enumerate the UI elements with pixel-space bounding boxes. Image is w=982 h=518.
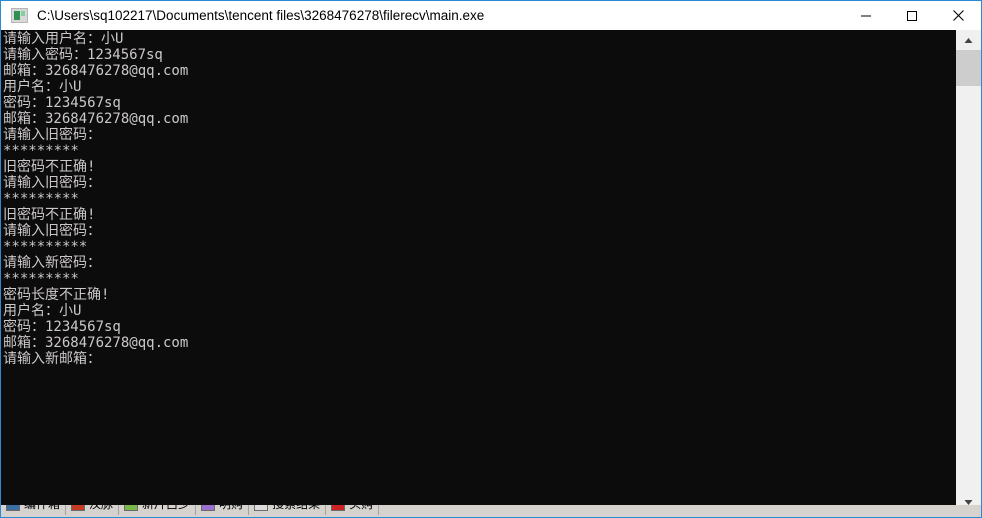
taskbar-item[interactable]: 汉脉 bbox=[66, 505, 120, 515]
scrollbar-thumb[interactable] bbox=[956, 50, 981, 86]
taskbar-item[interactable]: 编件箱 bbox=[1, 505, 67, 515]
vertical-scrollbar[interactable] bbox=[956, 30, 981, 512]
taskbar-item-label: 汉脉 bbox=[89, 505, 113, 511]
console-line: 密码：1234567sq bbox=[3, 95, 121, 111]
console-text: 请输入用户名：小U 请输入密码：1234567sq 邮箱：3268476278@qq… bbox=[3, 31, 953, 367]
console-line: 请输入旧密码： bbox=[3, 127, 101, 143]
console-line: 邮箱：3268476278@qq.com bbox=[3, 63, 189, 79]
console-line: 旧密码不正确! bbox=[3, 207, 96, 223]
close-icon bbox=[952, 10, 964, 21]
console-line: 请输入旧密码： bbox=[3, 175, 101, 191]
taskbar-item-label: 搜索结果 bbox=[272, 505, 320, 511]
console-line: 请输入新邮箱： bbox=[3, 351, 101, 367]
scrollbar-track[interactable] bbox=[956, 50, 981, 492]
minimize-icon bbox=[861, 15, 871, 16]
console-line: ********* bbox=[3, 143, 79, 159]
console-line: 邮箱：3268476278@qq.com bbox=[3, 111, 189, 127]
taskbar-item-icon bbox=[71, 505, 86, 511]
window-controls bbox=[843, 1, 981, 30]
console-line: 请输入旧密码： bbox=[3, 223, 101, 239]
taskbar-item[interactable]: 明购 bbox=[196, 505, 250, 515]
taskbar-item-label: 明购 bbox=[219, 505, 243, 511]
console-line: 请输入密码：1234567sq bbox=[3, 47, 163, 63]
console-line: 请输入新密码： bbox=[3, 255, 101, 271]
console-app-icon bbox=[11, 8, 28, 23]
taskbar: 编件箱 汉脉 新片吕少 明购 搜索结果 头购 bbox=[1, 505, 981, 517]
taskbar-item-icon bbox=[201, 505, 216, 511]
taskbar-item[interactable]: 新片吕少 bbox=[119, 505, 197, 515]
console-line: 邮箱：3268476278@qq.com bbox=[3, 335, 189, 351]
taskbar-items: 编件箱 汉脉 新片吕少 明购 搜索结果 头购 bbox=[1, 505, 380, 516]
console-line: 用户名：小U bbox=[3, 79, 82, 95]
scroll-up-button[interactable] bbox=[956, 30, 981, 50]
taskbar-item-icon bbox=[124, 505, 139, 511]
maximize-button[interactable] bbox=[889, 1, 935, 30]
taskbar-item[interactable]: 头购 bbox=[326, 505, 380, 515]
console-line: ********* bbox=[3, 271, 79, 287]
taskbar-item-icon bbox=[331, 505, 346, 511]
console-line: ********* bbox=[3, 191, 79, 207]
console-line: 密码：1234567sq bbox=[3, 319, 121, 335]
console-line: 用户名：小U bbox=[3, 303, 82, 319]
console-line: 旧密码不正确! bbox=[3, 159, 96, 175]
console-line: 密码长度不正确! bbox=[3, 287, 110, 303]
console-line: ********** bbox=[3, 239, 88, 255]
window-title: C:\Users\sq102217\Documents\tencent file… bbox=[37, 8, 485, 23]
minimize-button[interactable] bbox=[843, 1, 889, 30]
console-line: 请输入用户名：小U bbox=[3, 31, 124, 47]
taskbar-item-icon bbox=[254, 505, 269, 511]
taskbar-item-icon bbox=[6, 505, 20, 511]
console-window: C:\Users\sq102217\Documents\tencent file… bbox=[0, 0, 982, 518]
taskbar-item-label: 头购 bbox=[349, 505, 373, 511]
maximize-icon bbox=[907, 10, 917, 21]
taskbar-item-label: 编件箱 bbox=[24, 505, 60, 511]
console-output-area[interactable]: 请输入用户名：小U 请输入密码：1234567sq 邮箱：3268476278@qq… bbox=[1, 30, 956, 512]
chevron-up-icon bbox=[964, 37, 973, 43]
taskbar-item-label: 新片吕少 bbox=[142, 505, 190, 511]
taskbar-item[interactable]: 搜索结果 bbox=[249, 505, 327, 515]
close-button[interactable] bbox=[935, 1, 981, 30]
title-bar[interactable]: C:\Users\sq102217\Documents\tencent file… bbox=[1, 1, 981, 30]
